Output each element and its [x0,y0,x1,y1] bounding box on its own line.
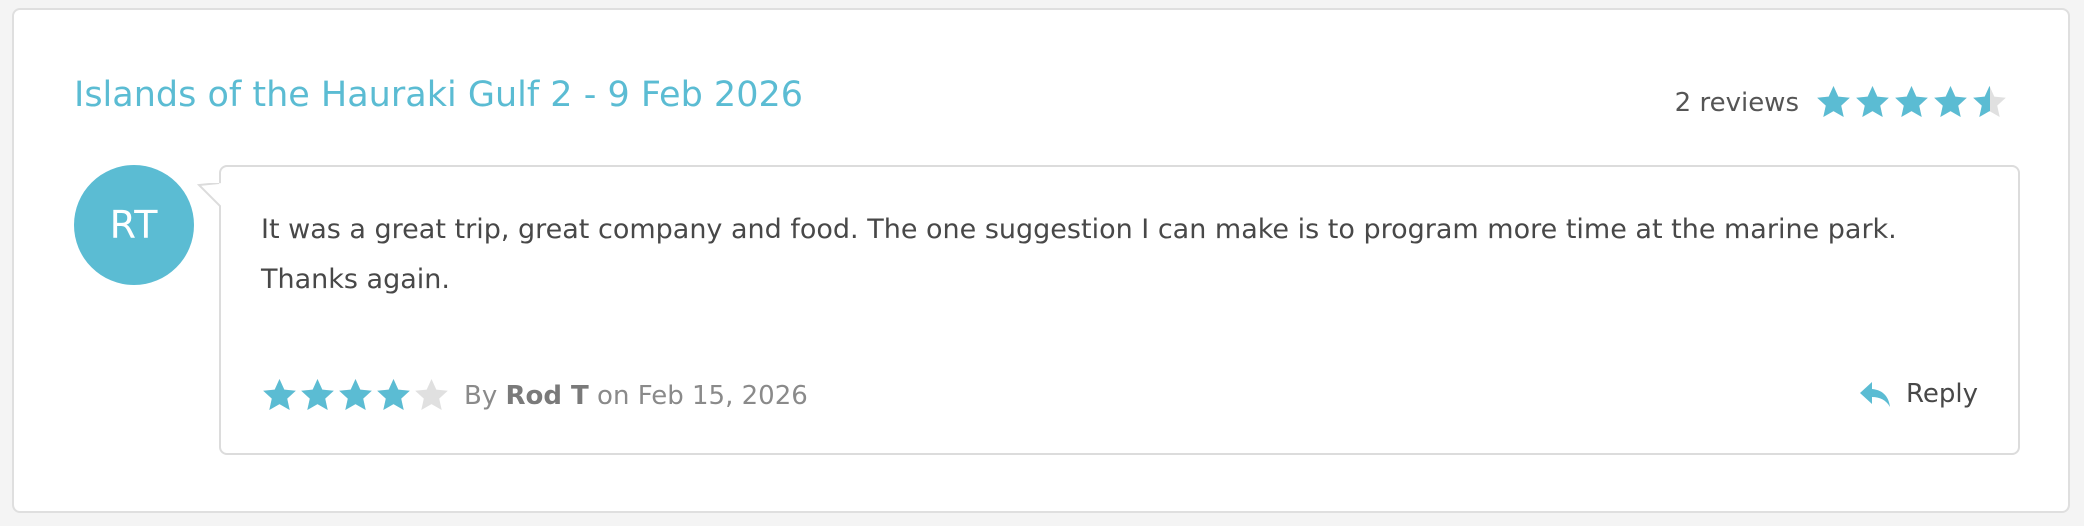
star-icon [1932,84,1969,121]
review-meta: By Rod T on Feb 15, 2026 [261,377,808,414]
star-icon [261,377,298,414]
on-label: on [597,380,630,411]
avatar-initials: RT [109,203,159,247]
star-icon [299,377,336,414]
star-icon [1971,84,2008,121]
review-bubble: It was a great trip, great company and f… [197,165,2020,455]
review-author: Rod T [505,380,589,411]
star-icon [413,377,450,414]
bubble-pointer [197,183,221,207]
review-card: Islands of the Hauraki Gulf 2 - 9 Feb 20… [12,8,2070,513]
review-byline: By Rod T on Feb 15, 2026 [464,381,808,411]
review-rating-stars [261,377,450,414]
review-text: It was a great trip, great company and f… [261,214,1897,295]
reply-icon [1858,377,1892,411]
star-icon [1815,84,1852,121]
review-count[interactable]: 2 reviews [1675,88,1799,118]
by-label: By [464,380,498,411]
reply-button[interactable]: Reply [1858,377,1978,411]
star-icon [337,377,374,414]
avatar: RT [74,165,194,285]
star-icon [1854,84,1891,121]
star-icon [1893,84,1930,121]
average-rating-stars [1815,84,2008,121]
reply-label: Reply [1905,379,1978,409]
review-date: Feb 15, 2026 [637,380,808,411]
rating-summary: 2 reviews [1675,84,2008,121]
star-icon [375,377,412,414]
trip-title[interactable]: Islands of the Hauraki Gulf 2 - 9 Feb 20… [74,74,803,116]
